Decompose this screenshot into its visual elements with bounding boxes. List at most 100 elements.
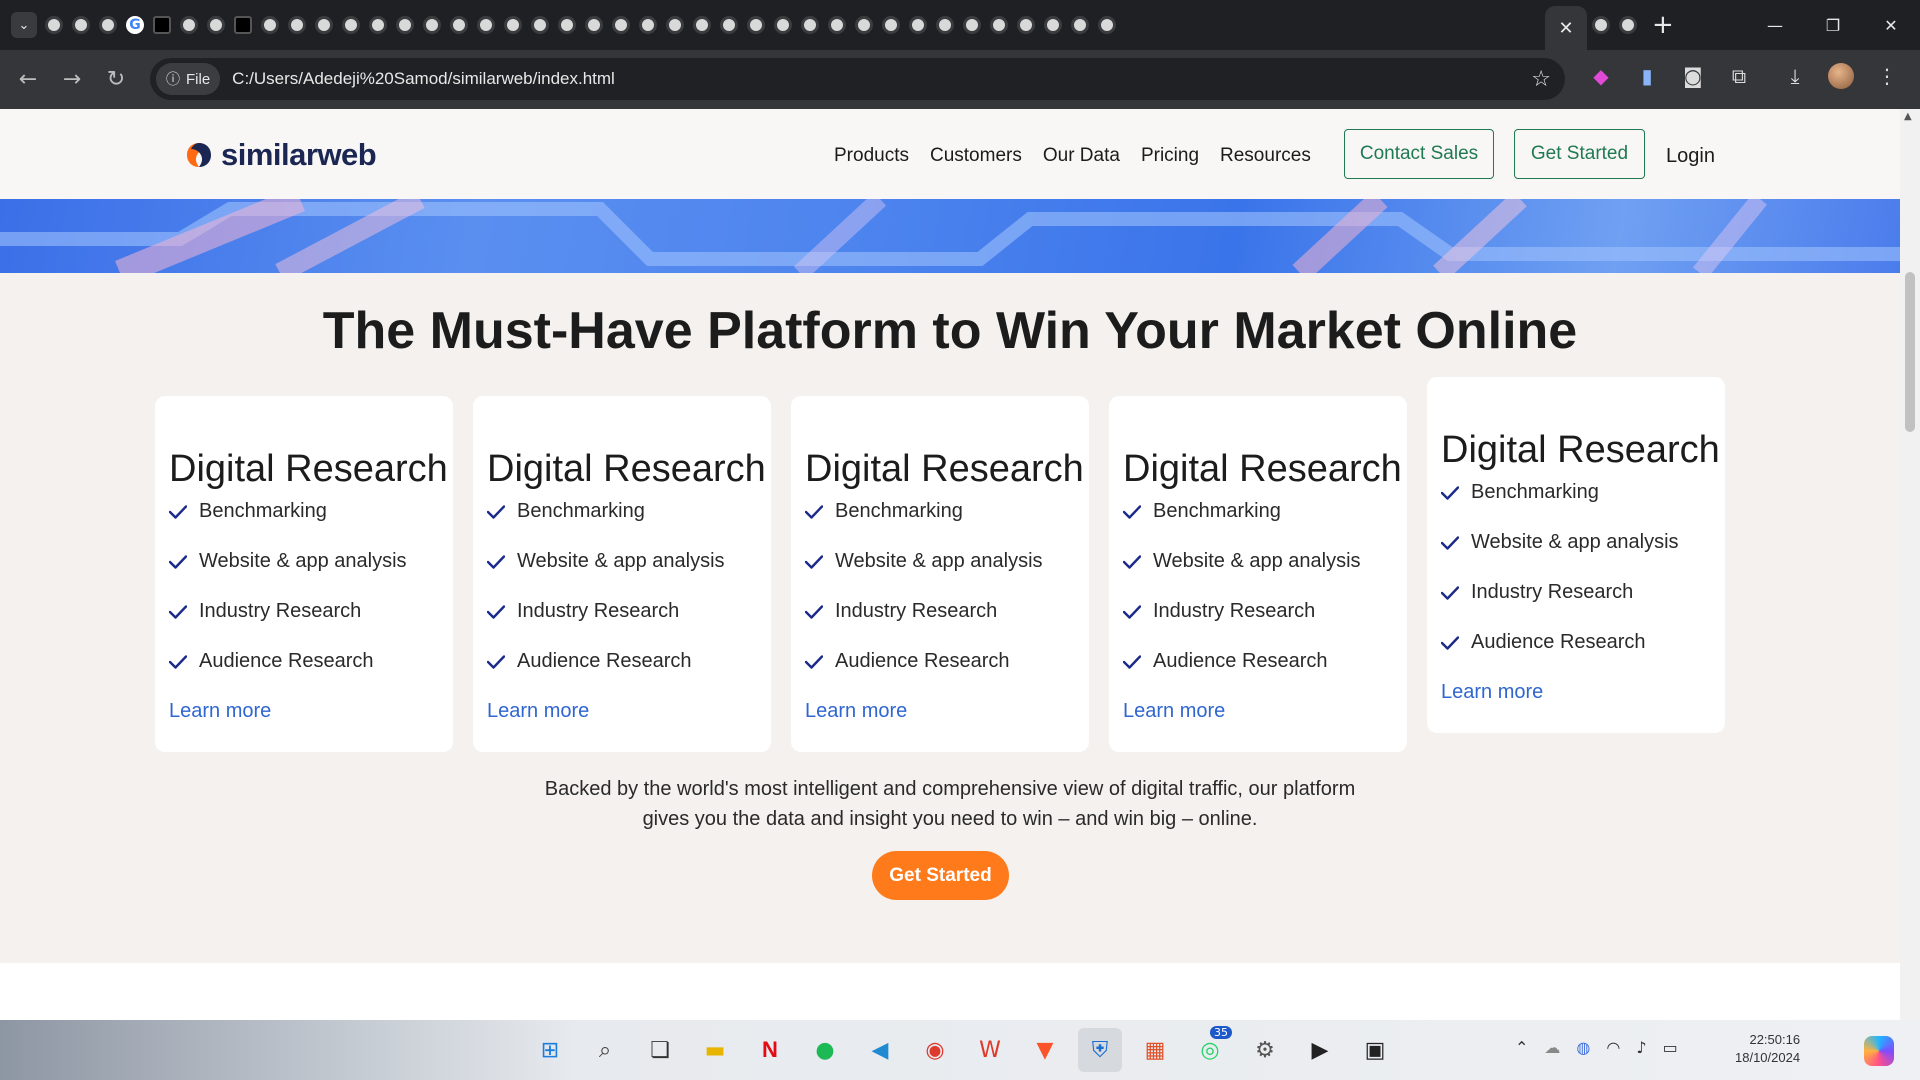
- tab-favicon-icon[interactable]: [450, 16, 468, 34]
- page-scrollbar[interactable]: ▲: [1900, 109, 1920, 1020]
- nav-our-data[interactable]: Our Data: [1043, 145, 1120, 167]
- tab-favicon-icon[interactable]: [1071, 16, 1089, 34]
- spotify-icon[interactable]: ●: [803, 1028, 847, 1072]
- puzzle-extensions-icon[interactable]: ⧉: [1723, 60, 1755, 92]
- tab-favicon-icon[interactable]: [558, 16, 576, 34]
- color-picker-extension-icon[interactable]: ◆: [1585, 60, 1617, 92]
- tab[interactable]: [1619, 16, 1637, 34]
- wifi-icon[interactable]: ◠: [1606, 1038, 1620, 1057]
- tab-favicon-icon[interactable]: [936, 16, 954, 34]
- volume-icon[interactable]: ♪: [1636, 1038, 1646, 1057]
- profile-avatar[interactable]: [1825, 60, 1857, 92]
- tab-favicon-icon[interactable]: [963, 16, 981, 34]
- tab-favicon-icon[interactable]: [531, 16, 549, 34]
- active-tab[interactable]: ✕: [1545, 6, 1587, 50]
- tab-favicon-icon[interactable]: [369, 16, 387, 34]
- get-started-cta-button[interactable]: Get Started: [872, 851, 1009, 900]
- tab-favicon-icon[interactable]: [774, 16, 792, 34]
- tab-favicon-icon[interactable]: [504, 16, 522, 34]
- menu-kebab-icon[interactable]: ⋮: [1871, 60, 1903, 92]
- whatsapp-icon[interactable]: ◎ 35: [1188, 1026, 1232, 1072]
- brave-icon[interactable]: ▼: [1023, 1028, 1067, 1072]
- tab-favicon-icon[interactable]: [207, 16, 225, 34]
- learn-more-link[interactable]: Learn more: [1441, 681, 1543, 704]
- tab-favicon-icon[interactable]: [855, 16, 873, 34]
- tab-favicon-icon[interactable]: [477, 16, 495, 34]
- tab-favicon-icon[interactable]: [1017, 16, 1035, 34]
- vpn-icon[interactable]: ◍: [1576, 1038, 1590, 1057]
- camera-extension-icon[interactable]: ◙: [1677, 60, 1709, 92]
- file-explorer-icon[interactable]: ▬: [693, 1028, 737, 1072]
- task-view-icon[interactable]: ❏: [638, 1028, 682, 1072]
- tab-favicon-icon[interactable]: [234, 16, 252, 34]
- download-icon[interactable]: ⤓: [1779, 60, 1811, 92]
- security-shield-icon[interactable]: ⛨: [1078, 1028, 1122, 1072]
- tab-favicon-icon[interactable]: [909, 16, 927, 34]
- minimize-button[interactable]: —: [1746, 0, 1804, 50]
- battery-icon[interactable]: ▭: [1663, 1038, 1678, 1057]
- onedrive-icon[interactable]: ☁: [1544, 1038, 1560, 1057]
- tab-favicon-icon[interactable]: [720, 16, 738, 34]
- tab-favicon-icon[interactable]: [1098, 16, 1116, 34]
- tab-favicon-icon[interactable]: [882, 16, 900, 34]
- tab-favicon-icon[interactable]: [396, 16, 414, 34]
- tab-favicon-icon[interactable]: [639, 16, 657, 34]
- nav-resources[interactable]: Resources: [1220, 145, 1311, 167]
- terminal-icon[interactable]: ▣: [1353, 1028, 1397, 1072]
- site-logo[interactable]: similarweb: [185, 137, 377, 173]
- media-player-icon[interactable]: ▶: [1298, 1028, 1342, 1072]
- header-get-started-button[interactable]: Get Started: [1514, 129, 1645, 179]
- bookmark-star-icon[interactable]: ☆: [1531, 67, 1551, 92]
- document-extension-icon[interactable]: ▮: [1631, 60, 1663, 92]
- tab-favicon-icon[interactable]: [666, 16, 684, 34]
- reload-button[interactable]: ↻: [94, 58, 138, 102]
- tab-favicon-icon[interactable]: [990, 16, 1008, 34]
- tab-favicon-icon[interactable]: [342, 16, 360, 34]
- back-button[interactable]: ←: [6, 58, 50, 102]
- tab-favicon-icon[interactable]: [99, 16, 117, 34]
- learn-more-link[interactable]: Learn more: [805, 700, 907, 723]
- tab-favicon-icon[interactable]: [153, 16, 171, 34]
- app-grid-icon[interactable]: ▦: [1133, 1028, 1177, 1072]
- site-info-chip[interactable]: ⓘ File: [156, 63, 221, 95]
- scrollbar-thumb[interactable]: [1905, 272, 1915, 432]
- settings-gear-icon[interactable]: ⚙: [1243, 1028, 1287, 1072]
- tab-favicon-icon[interactable]: [1044, 16, 1062, 34]
- tab-favicon-icon[interactable]: [261, 16, 279, 34]
- tab-favicon-icon[interactable]: [585, 16, 603, 34]
- learn-more-link[interactable]: Learn more: [487, 700, 589, 723]
- tab-favicon-icon[interactable]: [801, 16, 819, 34]
- tab-favicon-icon[interactable]: [72, 16, 90, 34]
- tab-favicon-icon[interactable]: [45, 16, 63, 34]
- tab-search-button[interactable]: ⌄: [11, 12, 37, 38]
- nav-products[interactable]: Products: [834, 145, 909, 167]
- vscode-icon[interactable]: ◀: [858, 1028, 902, 1072]
- new-tab-button[interactable]: +: [1652, 10, 1674, 40]
- wps-office-icon[interactable]: W: [968, 1028, 1012, 1072]
- restore-button[interactable]: ❐: [1804, 0, 1862, 50]
- url-text[interactable]: C:/Users/Adedeji%20Samod/similarweb/inde…: [232, 69, 615, 89]
- tab-favicon-icon[interactable]: [315, 16, 333, 34]
- learn-more-link[interactable]: Learn more: [169, 700, 271, 723]
- address-bar[interactable]: ⓘ File C:/Users/Adedeji%20Samod/similarw…: [150, 58, 1565, 100]
- copilot-icon[interactable]: [1864, 1036, 1894, 1066]
- netflix-icon[interactable]: N: [748, 1028, 792, 1072]
- tab-favicon-icon[interactable]: [612, 16, 630, 34]
- tab[interactable]: [1592, 16, 1610, 34]
- nav-pricing[interactable]: Pricing: [1141, 145, 1199, 167]
- start-windows-icon[interactable]: ⊞: [528, 1028, 572, 1072]
- login-link[interactable]: Login: [1666, 145, 1715, 168]
- scroll-up-arrow-icon[interactable]: ▲: [1904, 111, 1912, 122]
- close-window-button[interactable]: ✕: [1862, 0, 1920, 50]
- tab-favicon-icon[interactable]: [423, 16, 441, 34]
- tab-favicon-icon[interactable]: [288, 16, 306, 34]
- system-clock[interactable]: 22:50:16 18/10/2024: [1735, 1031, 1800, 1067]
- nav-customers[interactable]: Customers: [930, 145, 1022, 167]
- learn-more-link[interactable]: Learn more: [1123, 700, 1225, 723]
- tab-favicon-icon[interactable]: G: [126, 16, 144, 34]
- tab-favicon-icon[interactable]: [693, 16, 711, 34]
- search-icon[interactable]: ⌕: [583, 1028, 627, 1072]
- tab-favicon-icon[interactable]: [747, 16, 765, 34]
- forward-button[interactable]: →: [50, 58, 94, 102]
- contact-sales-button[interactable]: Contact Sales: [1344, 129, 1494, 179]
